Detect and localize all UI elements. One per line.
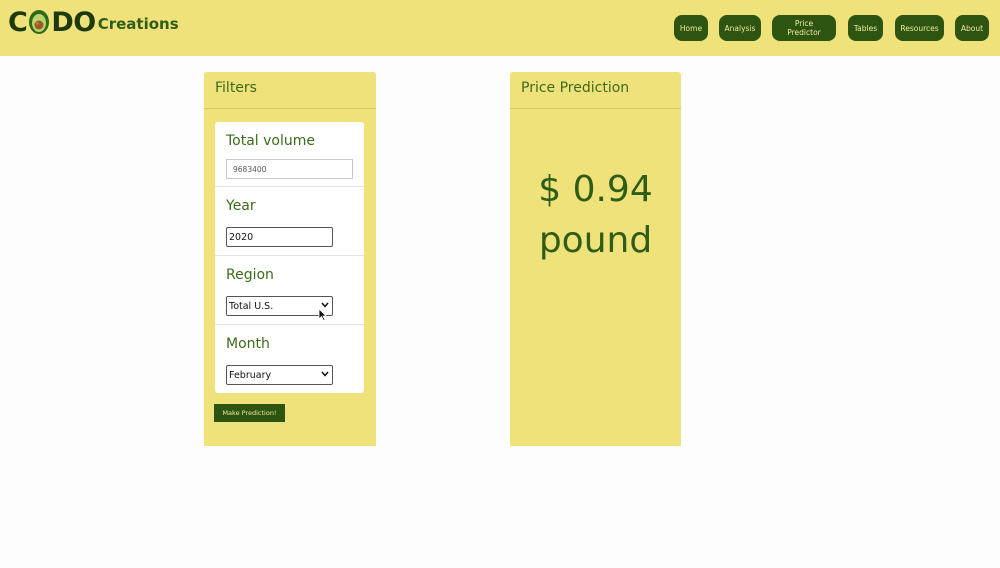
filters-title: Filters — [215, 80, 257, 96]
filters-card: Total volume 9683400 Year 2020 Region To… — [215, 122, 364, 393]
month-select[interactable]: February — [226, 365, 333, 385]
price-prediction-title: Price Prediction — [521, 80, 630, 96]
year-input[interactable]: 2020 — [226, 227, 333, 247]
prediction-unit: pound — [538, 220, 653, 261]
chevron-down-icon — [321, 370, 329, 380]
total-volume-placeholder: 9683400 — [233, 164, 267, 174]
mouse-cursor-icon — [318, 306, 328, 325]
region-label: Region — [226, 267, 274, 283]
price-prediction-panel: Price Prediction $ 0.94 pound — [510, 72, 681, 446]
filters-panel-header: Filters — [204, 72, 376, 109]
filter-divider — [215, 186, 364, 187]
brand-logo[interactable]: C DO Creations — [8, 6, 179, 38]
month-label: Month — [226, 336, 270, 352]
month-selected-value: February — [229, 369, 272, 381]
filter-divider — [215, 324, 364, 325]
total-volume-label: Total volume — [226, 133, 316, 149]
total-volume-input[interactable]: 9683400 — [226, 159, 353, 179]
logo-word-creations: Creations — [97, 14, 179, 33]
nav-about-button[interactable]: About — [955, 15, 989, 41]
nav-analysis-button[interactable]: Analysis — [719, 15, 761, 41]
nav-home-button[interactable]: Home — [674, 15, 708, 41]
navbar: C DO Creations Home Analysis Price Predi… — [0, 0, 1000, 56]
nav-price-predictor-button[interactable]: Price Predictor — [772, 15, 836, 41]
region-selected-value: Total U.S. — [229, 300, 274, 312]
price-prediction-header: Price Prediction — [510, 72, 681, 109]
prediction-price: $ 0.94 — [538, 169, 653, 210]
filters-panel: Filters Total volume 9683400 Year 2020 R… — [204, 72, 376, 446]
year-label: Year — [226, 198, 256, 214]
filter-divider — [215, 255, 364, 256]
nav-resources-button[interactable]: Resources — [895, 15, 944, 41]
avocado-icon — [28, 9, 50, 35]
nav-tables-button[interactable]: Tables — [848, 15, 883, 41]
prediction-result: $ 0.94 pound — [510, 164, 681, 266]
region-select[interactable]: Total U.S. — [226, 296, 333, 316]
make-prediction-button[interactable]: Make Prediction! — [214, 404, 285, 422]
year-value: 2020 — [229, 231, 254, 243]
logo-letter-c: C — [8, 6, 28, 38]
logo-letters-do: DO — [51, 6, 96, 38]
